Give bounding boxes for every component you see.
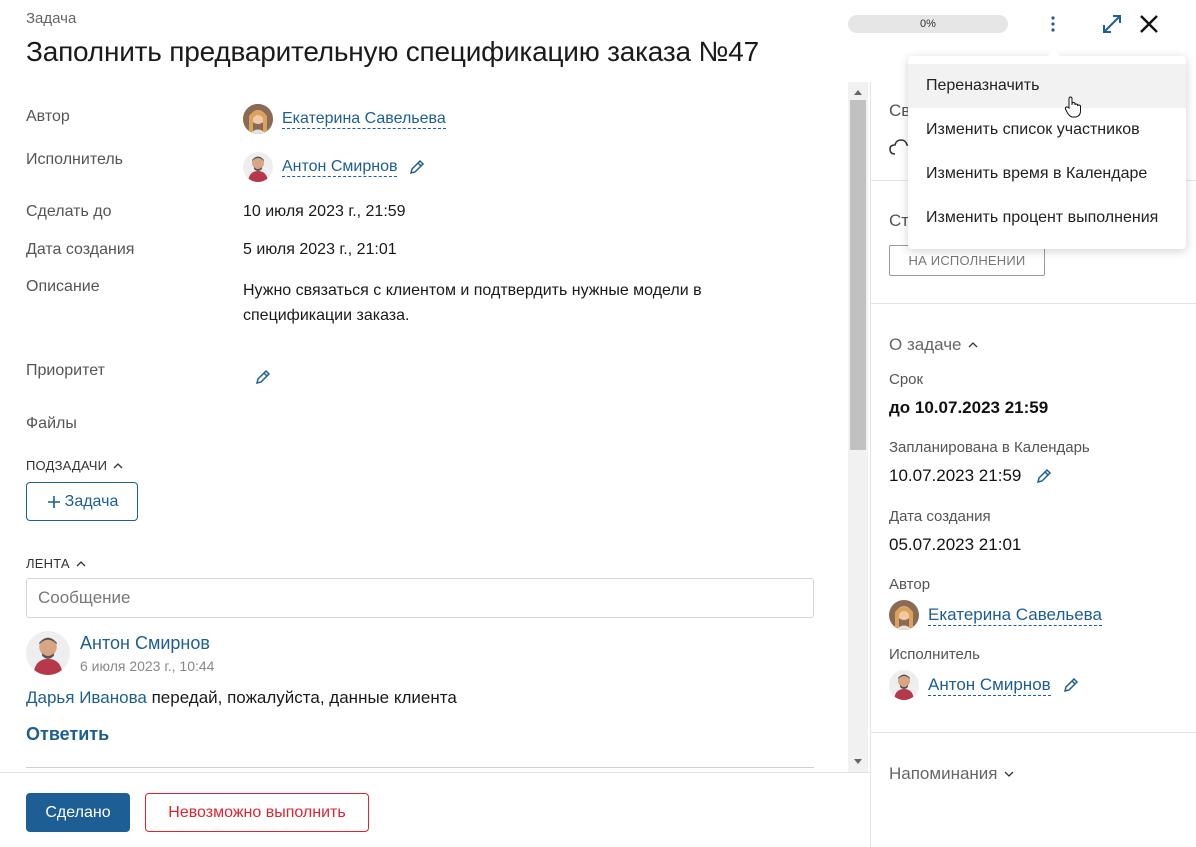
author-field: Екатерина Савельева [243,104,446,134]
actions-dropdown: Переназначить Изменить список участников… [908,56,1186,249]
about-toggle[interactable]: О задаче [889,335,980,355]
description-label: Описание [26,278,100,295]
term-label: Срок [889,371,924,388]
assignee-link[interactable]: Антон Смирнов [282,158,398,177]
right-assignee-label: Исполнитель [889,646,980,663]
message-input[interactable]: Сообщение [26,578,814,618]
author-avatar [243,104,273,134]
reminders-heading: Напоминания [889,764,998,783]
right-author-link[interactable]: Екатерина Савельева [928,605,1102,626]
feed-divider [26,767,814,768]
footer-divider [0,772,870,773]
chevron-down-icon [1004,771,1013,777]
assignee-label: Исполнитель [26,151,124,168]
feed-toggle[interactable]: ЛЕНТА [26,556,88,571]
about-heading: О задаче [889,335,962,354]
right-author-avatar [889,600,919,630]
right-assignee-link[interactable]: Антон Смирнов [928,675,1051,696]
close-icon [1140,15,1158,33]
files-label: Файлы [26,415,77,432]
expand-icon [1103,15,1121,33]
term-value: до 10.07.2023 21:59 [889,398,1049,417]
close-button[interactable] [1137,12,1161,36]
comment-mention-link[interactable]: Дарья Иванова [26,688,147,707]
right-created-label: Дата создания [889,508,991,525]
reply-link[interactable]: Ответить [26,724,109,745]
progress-bar: 0% [848,15,1008,33]
scroll-down-arrow-icon[interactable] [848,754,868,770]
author-link[interactable]: Екатерина Савельева [282,110,446,129]
assignee-field: Антон Смирнов [243,152,427,182]
deadline-value: 10 июля 2023 г., 21:59 [243,203,406,220]
subtasks-toggle[interactable]: ПОДЗАДАЧИ [26,458,125,473]
assignee-avatar [243,152,273,182]
reminders-toggle[interactable]: Напоминания [889,764,1016,784]
calendar-value: 10.07.2023 21:59 [889,466,1022,485]
menu-item-change-participants[interactable]: Изменить список участников [908,108,1186,152]
edit-right-assignee-pencil-icon[interactable] [1061,675,1081,695]
scroll-up-arrow-icon[interactable] [848,84,868,100]
hand-cursor-icon [1064,96,1081,118]
done-button[interactable]: Сделано [26,793,130,832]
page-title: Заполнить предварительную спецификацию з… [26,36,760,67]
left-scrollbar[interactable] [848,82,868,772]
comment-author-link[interactable]: Антон Смирнов [80,633,210,654]
created-label: Дата создания [26,241,135,258]
more-menu-button[interactable] [1042,12,1064,36]
kebab-icon [1051,16,1055,32]
chevron-up-icon [113,462,123,468]
cannot-complete-button[interactable]: Невозможно выполнить [145,793,369,832]
menu-item-reassign[interactable]: Переназначить [908,64,1186,108]
edit-assignee-pencil-icon[interactable] [407,157,427,177]
message-placeholder: Сообщение [38,588,131,607]
menu-item-change-progress[interactable]: Изменить процент выполнения [908,196,1186,240]
chevron-up-icon [76,560,86,566]
deadline-label: Сделать до [26,203,112,220]
progress-text: 0% [920,18,936,30]
comment-avatar [26,631,70,675]
comment-text: передай, пожалуйста, данные клиента [146,688,457,707]
add-subtask-button[interactable]: Задача [26,482,138,521]
calendar-field: 10.07.2023 21:59 [889,466,1054,486]
right-divider-2 [871,303,1196,304]
priority-label: Приоритет [26,362,105,379]
description-value: Нужно связаться с клиентом и подтвердить… [243,282,702,324]
created-value: 5 июля 2023 г., 21:01 [243,241,397,258]
calendar-label: Запланирована в Календарь [889,439,1090,456]
dropdown-pointer [1047,49,1061,57]
right-created-value: 05.07.2023 21:01 [889,535,1022,554]
author-label: Автор [26,108,70,125]
feed-heading: ЛЕНТА [26,556,70,571]
scrollbar-thumb[interactable] [850,100,866,450]
chevron-up-icon [968,342,977,348]
task-kind-label: Задача [26,10,77,27]
add-subtask-label: Задача [64,492,119,510]
edit-calendar-pencil-icon[interactable] [1034,466,1054,486]
right-author-label: Автор [889,576,931,593]
subtasks-heading: ПОДЗАДАЧИ [26,458,108,473]
status-badge[interactable]: НА ИСПОЛНЕНИИ [889,245,1045,276]
right-author-field: Екатерина Савельева [889,600,1102,630]
right-status-title: Ст [889,211,910,230]
plus-icon [47,495,60,508]
comment-body: Дарья Иванова передай, пожалуйста, данны… [26,688,457,708]
edit-priority-pencil-icon[interactable] [253,367,273,387]
right-assignee-field: Антон Смирнов [889,670,1081,700]
menu-item-change-calendar-time[interactable]: Изменить время в Календаре [908,152,1186,196]
right-divider-3 [871,732,1196,733]
expand-button[interactable] [1100,12,1124,36]
right-assignee-avatar [889,670,919,700]
comment-date: 6 июля 2023 г., 10:44 [80,658,215,674]
